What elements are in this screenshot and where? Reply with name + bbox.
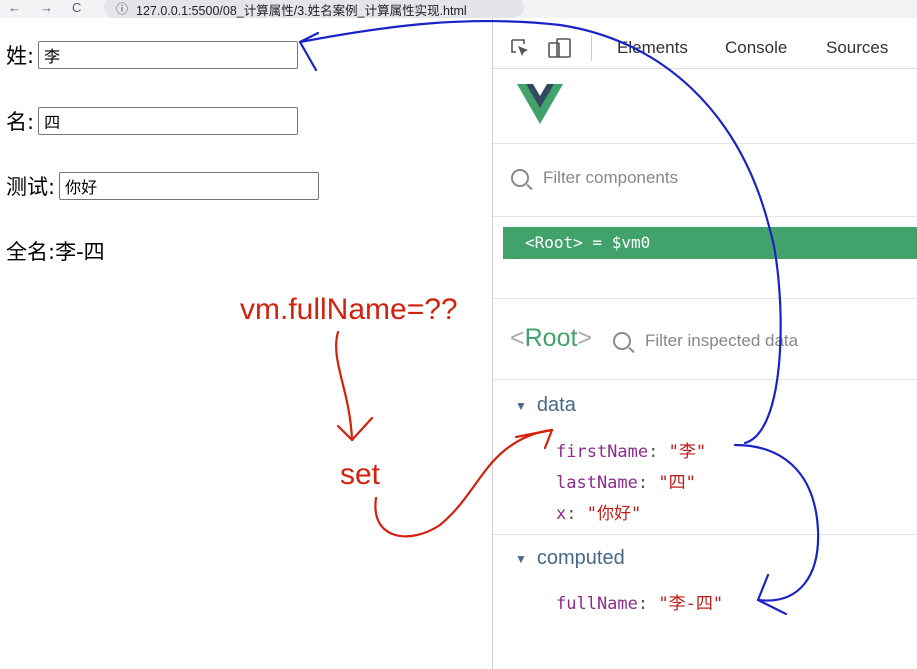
full-name-row: 全名:李-四	[6, 236, 105, 266]
reload-icon[interactable]: C	[72, 0, 81, 15]
full-name-value: 李-四	[55, 240, 105, 264]
full-name-label: 全名:	[6, 240, 56, 264]
filter-inspected-placeholder: Filter inspected data	[645, 331, 799, 350]
test-row: 测试:	[6, 171, 320, 201]
page-content: 姓: 名: 测试: 全名:李-四	[0, 18, 492, 669]
divider	[493, 298, 917, 299]
divider	[493, 534, 917, 535]
tab-elements[interactable]: Elements	[617, 38, 688, 58]
last-name-label: 名:	[6, 110, 35, 134]
data-section-label: data	[536, 394, 576, 416]
data-prop-x[interactable]: x: "你好"	[556, 499, 641, 524]
test-label: 测试:	[6, 175, 56, 199]
device-toolbar-icon[interactable]	[547, 37, 573, 59]
inspected-component-title: <Root>	[510, 324, 592, 353]
inspected-component-name: Root	[524, 324, 578, 352]
inspect-element-icon[interactable]	[509, 37, 531, 59]
prop-key: firstName	[556, 442, 649, 462]
prop-value: "李"	[668, 442, 707, 462]
search-icon	[613, 332, 631, 350]
url-text: 127.0.0.1:5500/08_计算属性/3.姓名案例_计算属性实现.htm…	[136, 4, 467, 18]
prop-key: x	[556, 504, 567, 524]
computed-section-header[interactable]: ▼ computed	[515, 547, 625, 570]
tab-console[interactable]: Console	[725, 38, 787, 58]
devtools-panel: Elements Console Sources Filter componen…	[492, 18, 917, 669]
prop-colon: :	[637, 473, 659, 493]
browser-address-bar: ← → C ⓘ 127.0.0.1:5500/08_计算属性/3.姓名案例_计算…	[0, 0, 917, 18]
data-section-header[interactable]: ▼ data	[515, 394, 576, 417]
first-name-input[interactable]	[38, 41, 299, 69]
prop-key: fullName	[556, 594, 638, 614]
forward-arrow-icon[interactable]: →	[40, 0, 53, 15]
prop-value: "你好"	[586, 504, 642, 524]
collapse-triangle-icon[interactable]: ▼	[515, 399, 527, 413]
bracket-close: >	[577, 324, 593, 352]
data-prop-lastname[interactable]: lastName: "四"	[556, 468, 696, 493]
devtools-tab-bar: Elements Console Sources	[493, 18, 917, 69]
divider	[493, 379, 917, 380]
prop-key: lastName	[556, 473, 638, 493]
divider	[493, 216, 917, 217]
info-icon[interactable]: ⓘ	[116, 0, 128, 17]
data-prop-firstname[interactable]: firstName: "李"	[556, 437, 706, 462]
prop-value: "李-四"	[658, 594, 724, 614]
prop-colon: :	[637, 594, 659, 614]
collapse-triangle-icon[interactable]: ▼	[515, 552, 527, 566]
bracket-open: <	[510, 324, 525, 352]
filter-inspected[interactable]: Filter inspected data	[613, 331, 798, 351]
computed-prop-fullname[interactable]: fullName: "李-四"	[556, 589, 723, 614]
first-name-row: 姓:	[6, 40, 299, 70]
prop-colon: :	[648, 442, 669, 462]
component-tree-root-item[interactable]: <Root> = $vm0	[503, 227, 917, 259]
toolbar-separator	[591, 35, 592, 61]
computed-section-label: computed	[536, 547, 625, 569]
test-input[interactable]	[59, 172, 320, 200]
filter-components[interactable]: Filter components	[511, 168, 678, 188]
search-icon	[511, 169, 529, 187]
last-name-input[interactable]	[38, 107, 299, 135]
tab-sources[interactable]: Sources	[826, 38, 888, 58]
back-arrow-icon[interactable]: ←	[8, 0, 21, 15]
vue-logo-icon	[517, 84, 563, 124]
divider	[493, 143, 917, 144]
last-name-row: 名:	[6, 106, 299, 136]
url-field[interactable]: ⓘ 127.0.0.1:5500/08_计算属性/3.姓名案例_计算属性实现.h…	[104, 0, 524, 18]
first-name-label: 姓:	[6, 44, 35, 68]
filter-components-placeholder: Filter components	[543, 168, 679, 187]
annotation-set: set	[340, 458, 381, 491]
prop-colon: :	[566, 504, 587, 524]
prop-value: "四"	[658, 473, 696, 493]
annotation-question: vm.fullName=??	[240, 293, 458, 326]
